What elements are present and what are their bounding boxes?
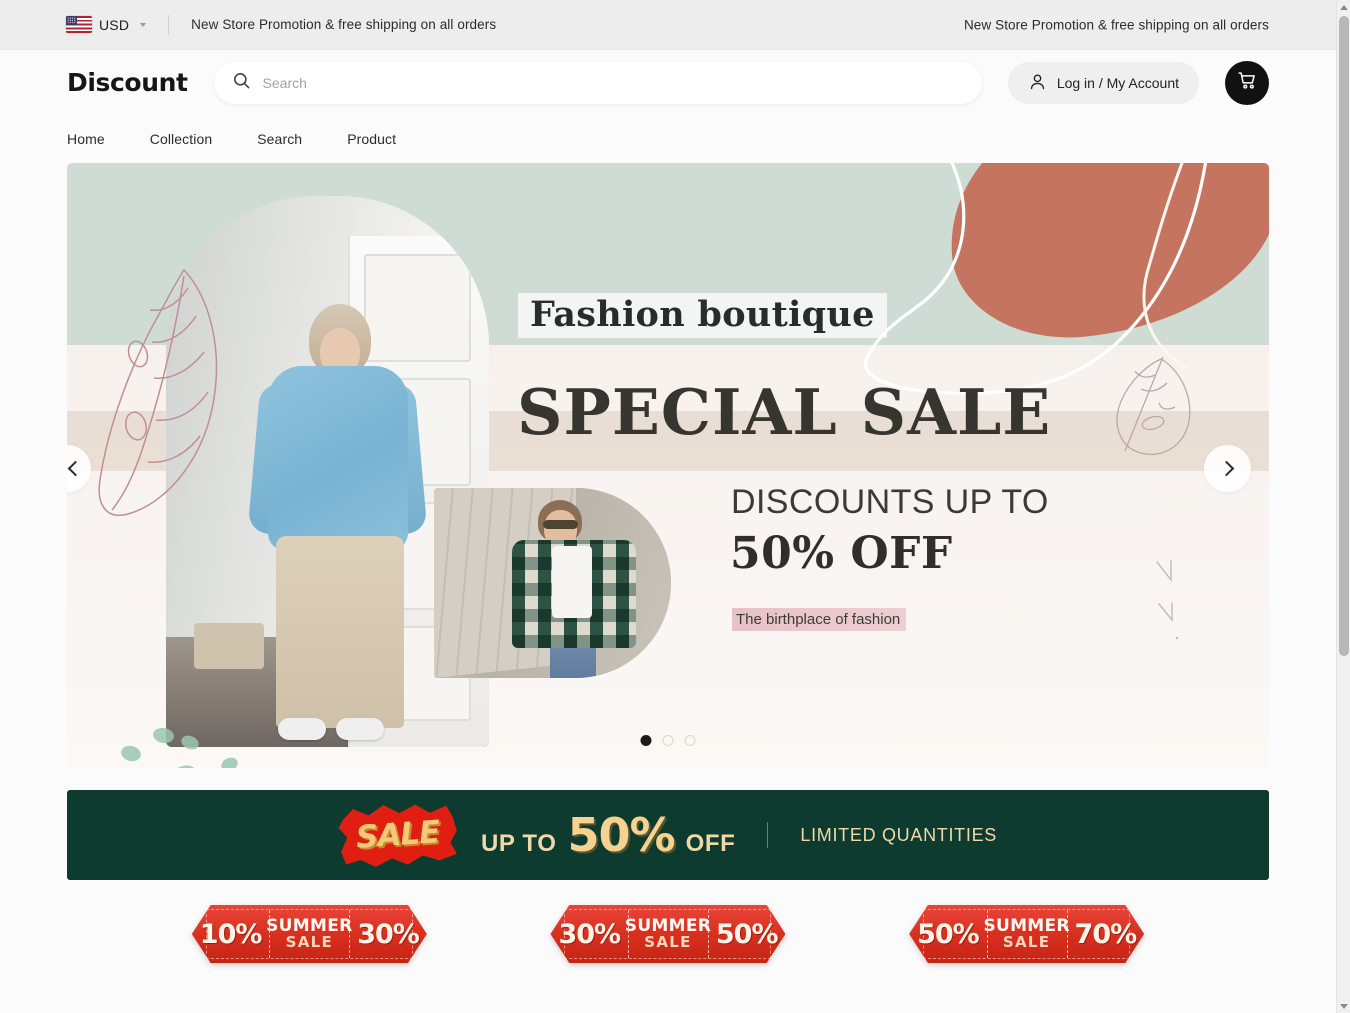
coupon-title-block: SUMMER SALE [625,905,711,963]
promo-discount-text: UP TO 50% OFF [481,808,735,862]
nav-item-home[interactable]: Home [67,131,105,147]
promo-percent-label: 50% [567,808,675,862]
user-icon [1028,72,1047,94]
coupon-badge-3[interactable]: 50% SUMMER SALE 70% [909,905,1145,963]
nav-item-search[interactable]: Search [257,131,302,147]
announcement-message-left: New Store Promotion & free shipping on a… [191,17,497,32]
leaf-outline-decoration [1116,356,1191,455]
coupon-badge-1[interactable]: 10% SUMMER SALE 30% [191,905,427,963]
promo-upto-label: UP TO [481,830,557,857]
scroll-down-arrow-icon[interactable] [1337,999,1350,1013]
page-viewport: USD New Store Promotion & free shipping … [0,0,1336,1013]
page-scrollbar[interactable] [1336,0,1350,1013]
hero-section: Fashion boutique SPECIAL SALE DISCOUNTS … [0,163,1336,768]
carousel-dots [640,735,696,746]
coupon-subtitle: SALE [1002,933,1051,952]
nav-item-collection[interactable]: Collection [150,131,212,147]
currency-label: USD [99,16,130,33]
us-flag-icon [66,16,92,33]
currency-selector[interactable]: USD [66,16,147,33]
coupon-subtitle: SALE [644,933,692,952]
account-button[interactable]: Log in / My Account [1007,61,1199,104]
browser-page: USD New Store Promotion & free shipping … [0,0,1350,1013]
site-logo[interactable]: Discount [67,68,188,97]
promo-banner-section: SALE UP TO 50% OFF LIMITED QUANTITIES [0,768,1336,880]
promo-divider [767,822,769,848]
hero-carousel: Fashion boutique SPECIAL SALE DISCOUNTS … [67,163,1269,768]
hero-kicker: Fashion boutique [518,293,887,338]
sale-splat-badge: SALE [339,803,457,867]
carousel-dot-1[interactable] [640,735,652,746]
main-navigation: Home Collection Search Product [0,115,1336,163]
tick-marks-decoration [1156,560,1179,640]
promo-limited-label: LIMITED QUANTITIES [800,824,997,845]
scrollbar-thumb[interactable] [1339,16,1349,656]
search-icon [232,71,251,95]
shopping-cart-icon [1237,70,1258,96]
carousel-dot-2[interactable] [662,735,674,746]
cart-button[interactable] [1225,60,1269,105]
hero-model-image-secondary [434,488,671,678]
announcement-bar: USD New Store Promotion & free shipping … [0,0,1336,50]
coupon-left-value: 50% [917,918,980,950]
coupon-badge-2[interactable]: 30% SUMMER SALE 50% [550,905,786,963]
coupon-row: 10% SUMMER SALE 30% 30% SUMMER SALE 50% [0,880,1336,963]
hero-subline-2: 50% OFF [730,528,953,579]
hero-tagline: The birthplace of fashion [732,608,907,631]
carousel-dot-3[interactable] [684,735,696,746]
account-label: Log in / My Account [1056,74,1179,91]
monstera-leaf-line-decoration [98,268,218,516]
coupon-subtitle: SALE [285,933,334,952]
coupon-right-value: 30% [357,918,420,950]
hero-subline-1: DISCOUNTS UP TO [731,483,1049,521]
coupon-left-value: 10% [199,918,263,950]
coupon-right-value: 50% [715,918,779,950]
promo-off-label: OFF [685,830,736,857]
coupon-title-block: SUMMER SALE [266,905,352,963]
scroll-up-arrow-icon[interactable] [1337,0,1350,14]
search-bar[interactable] [213,61,982,104]
chevron-right-icon [1218,460,1234,477]
nav-item-product[interactable]: Product [347,131,396,147]
carousel-next-button[interactable] [1204,445,1251,492]
hero-headline: SPECIAL SALE [517,375,1052,449]
coupon-left-value: 30% [558,918,621,950]
sale-badge-label: SALE [355,814,441,856]
site-header: Discount Log in / My Account [0,50,1336,115]
announcement-message-right: New Store Promotion & free shipping on a… [963,17,1269,32]
announcement-divider [168,14,170,35]
search-input[interactable] [262,74,964,91]
chevron-down-icon [140,22,147,27]
promo-banner[interactable]: SALE UP TO 50% OFF LIMITED QUANTITIES [67,790,1269,880]
coupon-title-block: SUMMER SALE [983,905,1069,963]
chevron-left-icon [67,460,84,477]
coupon-right-value: 70% [1074,918,1138,950]
